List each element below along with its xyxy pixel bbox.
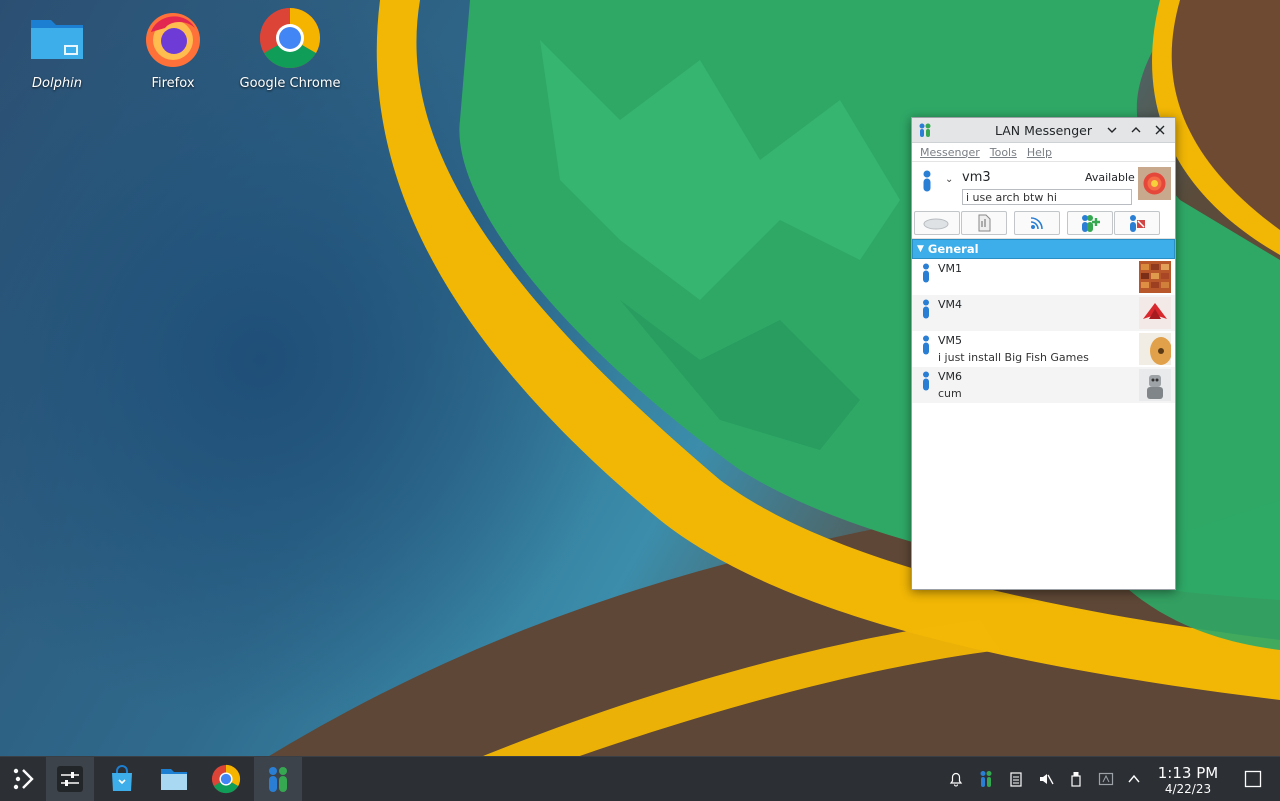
user-status-icon[interactable]: [920, 170, 934, 192]
desktop-icon-label: Google Chrome: [239, 76, 341, 91]
app-launcher-button[interactable]: [0, 757, 48, 801]
tray-clipboard[interactable]: [1006, 769, 1026, 789]
tray-lan-messenger[interactable]: [976, 769, 996, 789]
close-button[interactable]: [1149, 119, 1171, 141]
taskbar-system-settings[interactable]: [46, 757, 94, 801]
contact-item-vm1[interactable]: VM1: [912, 259, 1175, 295]
contact-name: VM6: [938, 370, 963, 383]
add-contact-button[interactable]: [1067, 211, 1113, 235]
lan-messenger-window: LAN Messenger Messenger Tools Help ⌄ vm3…: [911, 117, 1176, 590]
taskbar-lan-messenger[interactable]: [254, 757, 302, 801]
keyboard-icon: [1098, 772, 1114, 786]
chrome-icon: [259, 7, 321, 69]
desktop-icon-firefox[interactable]: Firefox: [118, 6, 228, 91]
desktop-icon-dolphin[interactable]: Dolphin: [2, 6, 112, 91]
close-icon: [1155, 125, 1165, 135]
taskbar-discover[interactable]: [98, 757, 146, 801]
user-status-icon: [923, 299, 929, 319]
user-status-icon: [923, 263, 929, 283]
profile-status[interactable]: Available: [1085, 171, 1135, 184]
taskbar-google-chrome[interactable]: [202, 757, 250, 801]
contact-item-vm6[interactable]: VM6 cum: [912, 367, 1175, 403]
firefox-icon: [146, 13, 200, 67]
send-file-button[interactable]: [961, 211, 1007, 235]
menu-bar: Messenger Tools Help: [912, 143, 1175, 162]
lan-messenger-app-icon: [919, 123, 931, 137]
contact-note: cum: [938, 387, 962, 400]
settings-sliders-icon: [57, 766, 83, 792]
clock-date: 4/22/23: [1164, 782, 1212, 796]
broadcast-icon: [1030, 217, 1043, 230]
folder-icon: [31, 20, 83, 59]
chevron-up-icon: [1131, 127, 1141, 133]
profile-panel: ⌄ vm3 Available: [912, 162, 1175, 208]
desktop-icon-label: Dolphin: [32, 76, 82, 91]
contact-list: VM1 VM4 VM5 i just install Big Fish Game…: [912, 259, 1175, 403]
file-icon: [978, 214, 991, 232]
taskbar: 1:13 PM 4/22/23: [0, 756, 1280, 801]
user-status-icon: [923, 335, 929, 355]
menu-help[interactable]: Help: [1022, 146, 1057, 159]
group-header-general[interactable]: ▼ General: [912, 239, 1175, 259]
personal-note-input[interactable]: [962, 189, 1132, 205]
folder-icon: [161, 769, 187, 790]
contact-avatar: [1139, 333, 1171, 365]
broadcast-button[interactable]: [1014, 211, 1060, 235]
tray-show-hidden[interactable]: [1124, 769, 1144, 789]
tools-icon: [1130, 215, 1145, 232]
app-launcher-icon: [13, 768, 34, 790]
desktop-icon-google-chrome[interactable]: Google Chrome: [235, 6, 345, 91]
maximize-button[interactable]: [1125, 119, 1147, 141]
volume-muted-icon: [1040, 774, 1054, 785]
contact-item-vm5[interactable]: VM5 i just install Big Fish Games: [912, 331, 1175, 367]
usb-drive-icon: [1071, 772, 1081, 787]
chat-room-button[interactable]: [914, 211, 960, 235]
contact-name: VM1: [938, 262, 963, 275]
chrome-icon: [211, 764, 241, 794]
contact-avatar: [1139, 261, 1171, 293]
profile-avatar[interactable]: [1138, 167, 1171, 200]
contact-item-vm4[interactable]: VM4: [912, 295, 1175, 331]
main-toolbar: [912, 208, 1175, 239]
add-user-icon: [1082, 215, 1100, 232]
contact-avatar: [1139, 369, 1171, 401]
chat-bubble-icon: [923, 218, 949, 230]
show-desktop-button[interactable]: [1243, 769, 1263, 789]
taskbar-dolphin[interactable]: [150, 757, 198, 801]
contact-note: i just install Big Fish Games: [938, 351, 1089, 364]
contact-name: VM5: [938, 334, 963, 347]
settings-button[interactable]: [1114, 211, 1160, 235]
tray-keyboard-layout[interactable]: [1096, 769, 1116, 789]
tray-usb-device[interactable]: [1066, 769, 1086, 789]
shopping-bag-icon: [112, 765, 132, 791]
contact-avatar: [1139, 297, 1171, 329]
group-name: General: [927, 242, 979, 256]
tray-notifications[interactable]: [946, 769, 966, 789]
chevron-down-icon: [1107, 127, 1117, 133]
chevron-up-icon: [1128, 774, 1140, 783]
tray-volume[interactable]: [1036, 769, 1056, 789]
bell-icon: [949, 772, 963, 787]
digital-clock[interactable]: 1:13 PM 4/22/23: [1148, 764, 1228, 797]
profile-username[interactable]: vm3: [962, 170, 991, 185]
status-dropdown-arrow[interactable]: ⌄: [945, 174, 953, 185]
clock-time: 1:13 PM: [1157, 764, 1219, 782]
desktop-icon-label: Firefox: [151, 76, 195, 91]
lan-messenger-icon: [980, 771, 992, 787]
user-status-icon: [923, 371, 929, 391]
lan-messenger-icon: [269, 767, 287, 792]
menu-messenger[interactable]: Messenger: [915, 146, 985, 159]
clipboard-icon: [1010, 772, 1022, 787]
window-titlebar[interactable]: LAN Messenger: [912, 118, 1175, 143]
menu-tools[interactable]: Tools: [985, 146, 1022, 159]
expand-arrow-icon: ▼: [917, 244, 924, 254]
minimize-button[interactable]: [1101, 119, 1123, 141]
contact-name: VM4: [938, 298, 963, 311]
show-desktop-icon: [1244, 770, 1262, 788]
